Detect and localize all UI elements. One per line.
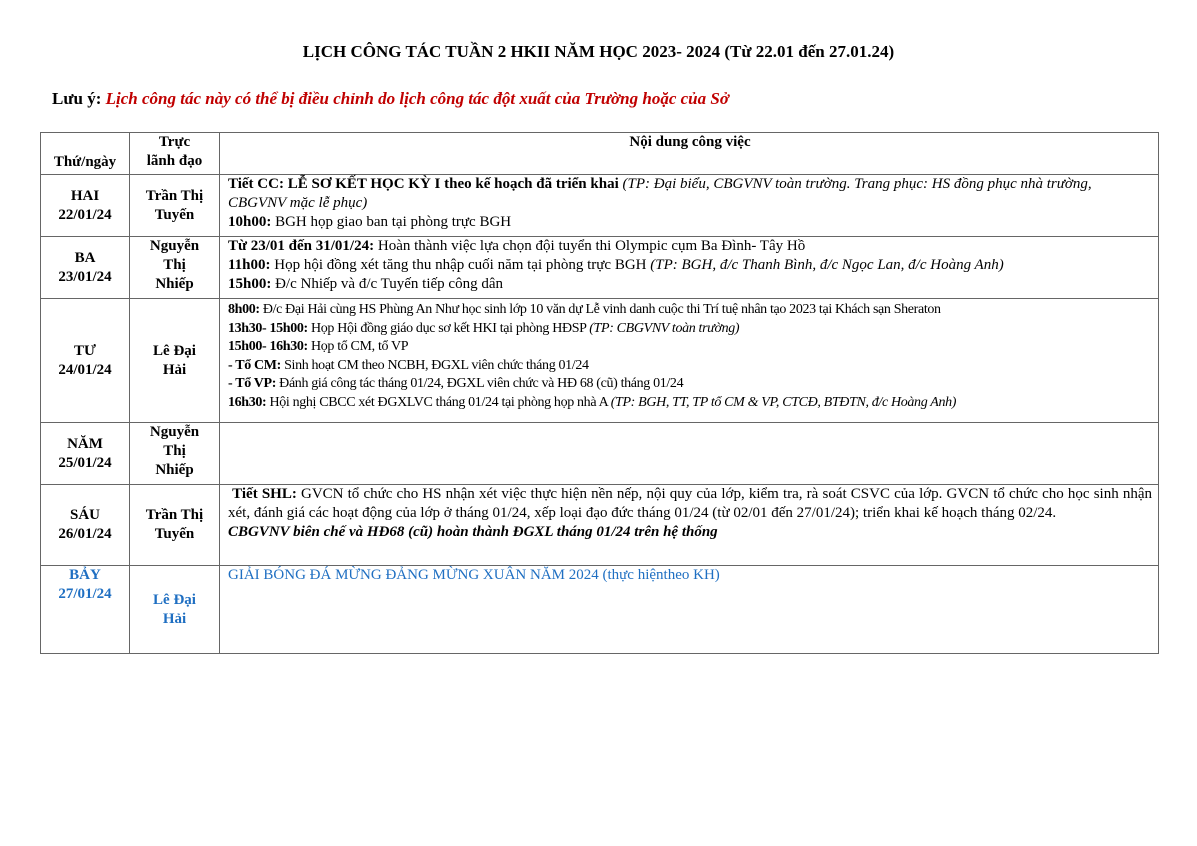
table-row: SÁU 26/01/24 Trần Thị Tuyến Tiết SHL: GV… — [40, 484, 1159, 566]
header-leader: Trực lãnh đạo — [129, 132, 220, 175]
note-text: Lịch công tác này có thể bị điều chỉnh d… — [105, 89, 729, 108]
table-row: HAI 22/01/24 Trần Thị Tuyến Tiết CC: LỄ … — [40, 174, 1159, 237]
table-row: BA 23/01/24 Nguyễn Thị Nhiếp Từ 23/01 đế… — [40, 236, 1159, 299]
header-leader-line1: Trực — [158, 134, 191, 150]
row-day: TƯ 24/01/24 — [40, 298, 130, 423]
header-day: Thứ/ngày — [40, 132, 130, 175]
row-content: 8h00: Đ/c Đại Hải cùng HS Phùng An Như h… — [219, 298, 1159, 423]
page-title: LỊCH CÔNG TÁC TUẦN 2 HKII NĂM HỌC 2023- … — [302, 42, 895, 61]
row-day: HAI 22/01/24 — [40, 174, 130, 237]
row-day: BA 23/01/24 — [40, 236, 130, 299]
row-leader: Trần Thị Tuyến — [129, 484, 220, 566]
row-leader: Trần Thị Tuyến — [129, 174, 220, 237]
row-day: NĂM 25/01/24 — [40, 422, 130, 485]
row-content: Tiết CC: LỄ SƠ KẾT HỌC KỲ I theo kế hoạc… — [219, 174, 1159, 237]
header-content: Nội dung công việc — [219, 132, 1159, 175]
row-day: BẢY 27/01/24 — [40, 565, 130, 654]
row-content — [219, 422, 1159, 485]
table-row: BẢY 27/01/24 Lê Đại Hải GIẢI BÓNG ĐÁ MỪN… — [40, 565, 1159, 654]
table-row: TƯ 24/01/24 Lê Đại Hải 8h00: Đ/c Đại Hải… — [40, 298, 1159, 423]
table-header-row: Thứ/ngày Trực lãnh đạo Nội dung công việ… — [40, 132, 1159, 175]
row-day: SÁU 26/01/24 — [40, 484, 130, 566]
header-leader-line2: lãnh đạo — [146, 153, 203, 169]
row-leader: Nguyễn Thị Nhiếp — [129, 236, 220, 299]
row-leader: Nguyễn Thị Nhiếp — [129, 422, 220, 485]
table-row: NĂM 25/01/24 Nguyễn Thị Nhiếp — [40, 422, 1159, 485]
note: Lưu ý: Lịch công tác này có thể bị điều … — [52, 89, 729, 109]
note-label: Lưu ý: — [52, 89, 102, 108]
row-content: Tiết SHL: GVCN tổ chức cho HS nhận xét v… — [219, 484, 1159, 566]
row-content: GIẢI BÓNG ĐÁ MỪNG ĐẢNG MỪNG XUÂN NĂM 202… — [219, 565, 1159, 654]
schedule-table: Thứ/ngày Trực lãnh đạo Nội dung công việ… — [40, 132, 1159, 654]
row-leader: Lê Đại Hải — [129, 565, 220, 654]
row-leader: Lê Đại Hải — [129, 298, 220, 423]
row-content: Từ 23/01 đến 31/01/24: Hoàn thành việc l… — [219, 236, 1159, 299]
